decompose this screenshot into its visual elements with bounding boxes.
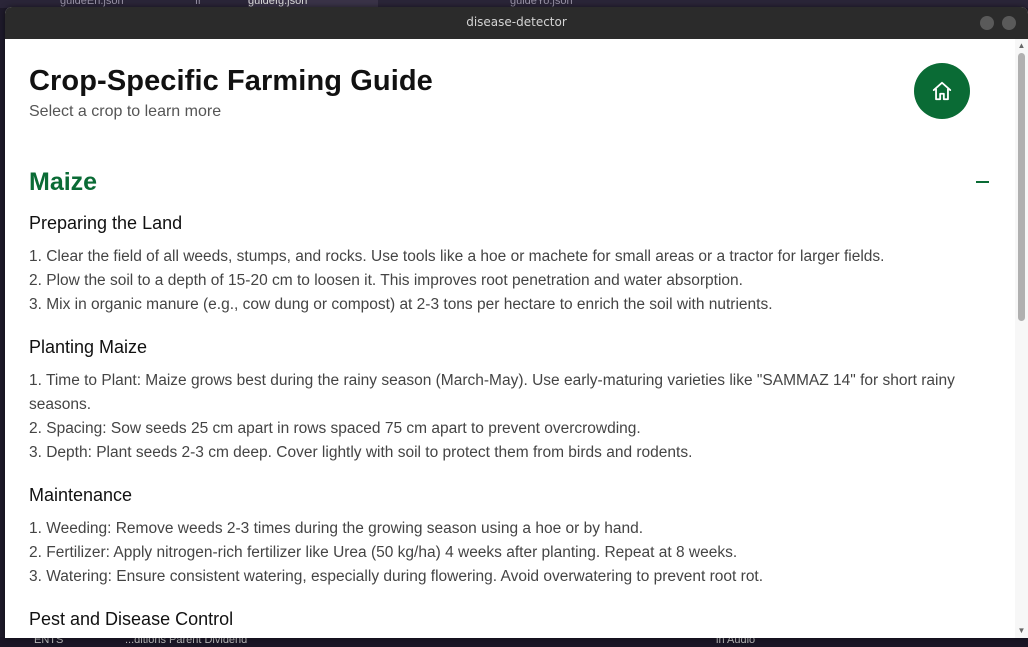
section-preparing-land: Preparing the Land 1. Clear the field of…: [29, 213, 999, 317]
crop-heading[interactable]: Maize: [29, 168, 97, 197]
background-text: ...ditions Parent Dividend: [125, 637, 248, 646]
section-planting-maize: Planting Maize 1. Time to Plant: Maize g…: [29, 337, 999, 465]
step-item: 3. Watering: Ensure consistent watering,…: [29, 568, 764, 585]
section-title: Planting Maize: [29, 337, 148, 357]
window-titlebar[interactable]: disease-detector: [5, 7, 1028, 39]
page-subtitle: Select a crop to learn more: [29, 103, 222, 120]
step-item: 2. Plow the soil to a depth of 15-20 cm …: [29, 272, 743, 289]
home-button[interactable]: [914, 63, 970, 119]
section-title: Pest and Disease Control: [29, 609, 234, 629]
section-title: Maintenance: [29, 485, 133, 505]
close-button[interactable]: [1002, 16, 1016, 30]
background-text: ENTS: [34, 637, 64, 646]
page-title: Crop-Specific Farming Guide: [29, 65, 433, 97]
section-pest-control: Pest and Disease Control: [29, 609, 999, 638]
step-item: 3. Depth: Plant seeds 2-3 cm deep. Cover…: [29, 444, 693, 461]
scrollbar[interactable]: ▲ ▼: [1015, 39, 1028, 638]
scroll-up-icon[interactable]: ▲: [1017, 42, 1026, 50]
guide-content: Crop-Specific Farming Guide Select a cro…: [5, 39, 1015, 638]
home-icon: [932, 81, 952, 101]
minimize-button[interactable]: [980, 16, 994, 30]
step-item: 3. Mix in organic manure (e.g., cow dung…: [29, 296, 773, 313]
section-maintenance: Maintenance 1. Weeding: Remove weeds 2-3…: [29, 485, 999, 589]
step-item: 1. Time to Plant: Maize grows best durin…: [29, 372, 955, 413]
scrollbar-thumb[interactable]: [1018, 53, 1025, 321]
page-header: Crop-Specific Farming Guide Select a cro…: [29, 65, 433, 121]
step-item: 1. Weeding: Remove weeds 2-3 times durin…: [29, 520, 644, 537]
app-window: disease-detector Crop-Specific Farming G…: [5, 7, 1028, 638]
section-title: Preparing the Land: [29, 213, 183, 233]
step-item: 1. Clear the field of all weeds, stumps,…: [29, 248, 885, 265]
minus-icon[interactable]: [976, 181, 989, 183]
step-item: 2. Fertilizer: Apply nitrogen-rich ferti…: [29, 544, 738, 561]
background-panel: ENTS ...ditions Parent Dividend in Audio: [0, 637, 1028, 647]
scroll-down-icon[interactable]: ▼: [1017, 627, 1026, 635]
step-item: 2. Spacing: Sow seeds 25 cm apart in row…: [29, 420, 641, 437]
window-title: disease-detector: [466, 15, 567, 29]
background-text: in Audio: [716, 637, 756, 646]
